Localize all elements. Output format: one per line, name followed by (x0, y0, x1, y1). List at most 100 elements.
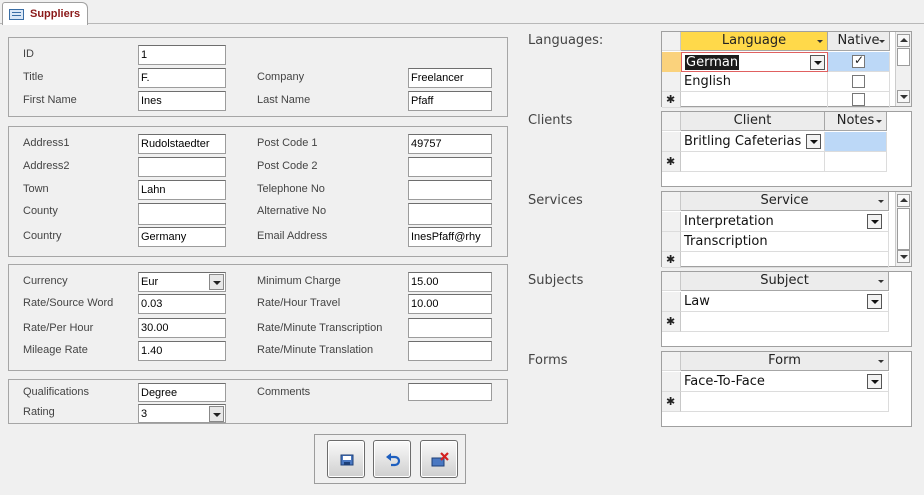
select-all-corner[interactable] (662, 352, 681, 371)
current-row-marker[interactable] (662, 52, 681, 72)
native-column-header[interactable]: Native (828, 32, 890, 51)
scroll-down-icon[interactable] (897, 250, 910, 263)
row-selector[interactable] (662, 132, 681, 152)
service-cell[interactable]: Interpretation (681, 212, 889, 232)
language-cell[interactable] (681, 92, 828, 108)
vertical-scrollbar[interactable] (895, 192, 911, 266)
new-row-selector[interactable]: ✱ (662, 92, 681, 108)
scroll-down-icon[interactable] (897, 90, 910, 103)
service-column-header[interactable]: Service (681, 192, 889, 211)
service-cell[interactable] (681, 252, 889, 268)
rate-source-word-field[interactable]: 0.03 (138, 294, 226, 314)
scroll-up-icon[interactable] (897, 194, 910, 207)
form-cell[interactable] (681, 392, 889, 412)
last-name-field[interactable]: Pfaff (408, 91, 492, 111)
row-selector[interactable] (662, 72, 681, 92)
native-cell[interactable] (828, 52, 890, 72)
id-field[interactable]: 1 (138, 45, 226, 65)
chevron-down-icon[interactable] (867, 374, 882, 389)
new-row-selector[interactable]: ✱ (662, 312, 681, 332)
client-column-header[interactable]: Client (681, 112, 825, 131)
chevron-down-icon[interactable] (209, 274, 224, 290)
sort-arrow-icon[interactable] (879, 40, 885, 43)
new-row-selector[interactable]: ✱ (662, 152, 681, 172)
client-cell[interactable]: Britling Cafeterias (681, 132, 825, 152)
address1-field[interactable]: Rudolstaedter (138, 134, 226, 154)
language-cell[interactable]: German (681, 52, 828, 72)
chevron-down-icon[interactable] (867, 214, 882, 229)
chevron-down-icon[interactable] (867, 294, 882, 309)
first-name-field[interactable]: Ines (138, 91, 226, 111)
notes-cell[interactable] (825, 132, 887, 152)
languages-label: Languages: (528, 33, 604, 48)
chevron-down-icon[interactable] (806, 134, 821, 149)
form-cell[interactable]: Face-To-Face (681, 372, 889, 392)
qualifications-label: Qualifications (23, 386, 90, 398)
language-cell[interactable]: English (681, 72, 828, 92)
sort-arrow-icon[interactable] (876, 120, 882, 123)
notes-cell[interactable] (825, 152, 887, 172)
select-all-corner[interactable] (662, 272, 681, 291)
rate-minute-translation-field[interactable] (408, 341, 492, 361)
mileage-rate-label: Mileage Rate (23, 344, 88, 356)
subject-value: Law (684, 294, 710, 309)
new-row-selector[interactable]: ✱ (662, 252, 681, 268)
qualifications-field[interactable]: Degree (138, 383, 226, 402)
native-checkbox[interactable] (852, 93, 865, 106)
subject-cell[interactable] (681, 312, 889, 332)
language-column-header[interactable]: Language (681, 32, 828, 51)
rate-per-hour-field[interactable]: 30.00 (138, 318, 226, 338)
sort-arrow-icon[interactable] (878, 360, 884, 363)
scroll-thumb[interactable] (897, 208, 910, 250)
row-selector[interactable] (662, 212, 681, 232)
delete-record-button[interactable] (420, 440, 458, 478)
row-selector[interactable] (662, 372, 681, 392)
email-field[interactable]: InesPfaff@rhy (408, 227, 492, 247)
sort-arrow-icon[interactable] (817, 40, 823, 43)
chevron-down-icon[interactable] (209, 406, 224, 422)
native-cell[interactable] (828, 72, 890, 92)
save-record-button[interactable] (327, 440, 365, 478)
comments-field[interactable] (408, 383, 492, 401)
select-all-corner[interactable] (662, 32, 681, 51)
title-field[interactable]: F. (138, 68, 226, 88)
minimum-charge-field[interactable]: 15.00 (408, 272, 492, 292)
sort-arrow-icon[interactable] (878, 280, 884, 283)
subject-cell[interactable]: Law (681, 292, 889, 312)
sort-arrow-icon[interactable] (878, 200, 884, 203)
currency-combo[interactable]: Eur (138, 272, 226, 292)
row-selector[interactable] (662, 232, 681, 252)
native-checkbox[interactable] (852, 53, 865, 68)
services-label: Services (528, 193, 583, 208)
chevron-down-icon[interactable] (810, 55, 825, 70)
company-field[interactable]: Freelancer (408, 68, 492, 88)
country-field[interactable]: Germany (138, 227, 226, 247)
rate-hour-travel-field[interactable]: 10.00 (408, 294, 492, 314)
row-selector[interactable] (662, 292, 681, 312)
native-checkbox[interactable] (852, 75, 865, 88)
address2-field[interactable] (138, 157, 226, 177)
mileage-rate-field[interactable]: 1.40 (138, 341, 226, 361)
scroll-up-icon[interactable] (897, 34, 910, 47)
undo-button[interactable] (373, 440, 411, 478)
vertical-scrollbar[interactable] (895, 32, 911, 106)
new-row-selector[interactable]: ✱ (662, 392, 681, 412)
notes-column-header[interactable]: Notes (825, 112, 887, 131)
county-field[interactable] (138, 203, 226, 225)
post-code-1-field[interactable]: 49757 (408, 134, 492, 154)
rating-combo[interactable]: 3 (138, 404, 226, 423)
scroll-thumb[interactable] (897, 48, 910, 66)
service-cell[interactable]: Transcription (681, 232, 889, 252)
subject-column-header[interactable]: Subject (681, 272, 889, 291)
select-all-corner[interactable] (662, 112, 681, 131)
form-column-header[interactable]: Form (681, 352, 889, 371)
client-cell[interactable] (681, 152, 825, 172)
telephone-field[interactable] (408, 180, 492, 200)
select-all-corner[interactable] (662, 192, 681, 211)
rate-minute-transcription-field[interactable] (408, 318, 492, 338)
town-field[interactable]: Lahn (138, 180, 226, 200)
post-code-2-field[interactable] (408, 157, 492, 177)
tab-suppliers[interactable]: Suppliers (2, 2, 88, 25)
alternative-field[interactable] (408, 203, 492, 225)
native-cell[interactable] (828, 92, 890, 108)
